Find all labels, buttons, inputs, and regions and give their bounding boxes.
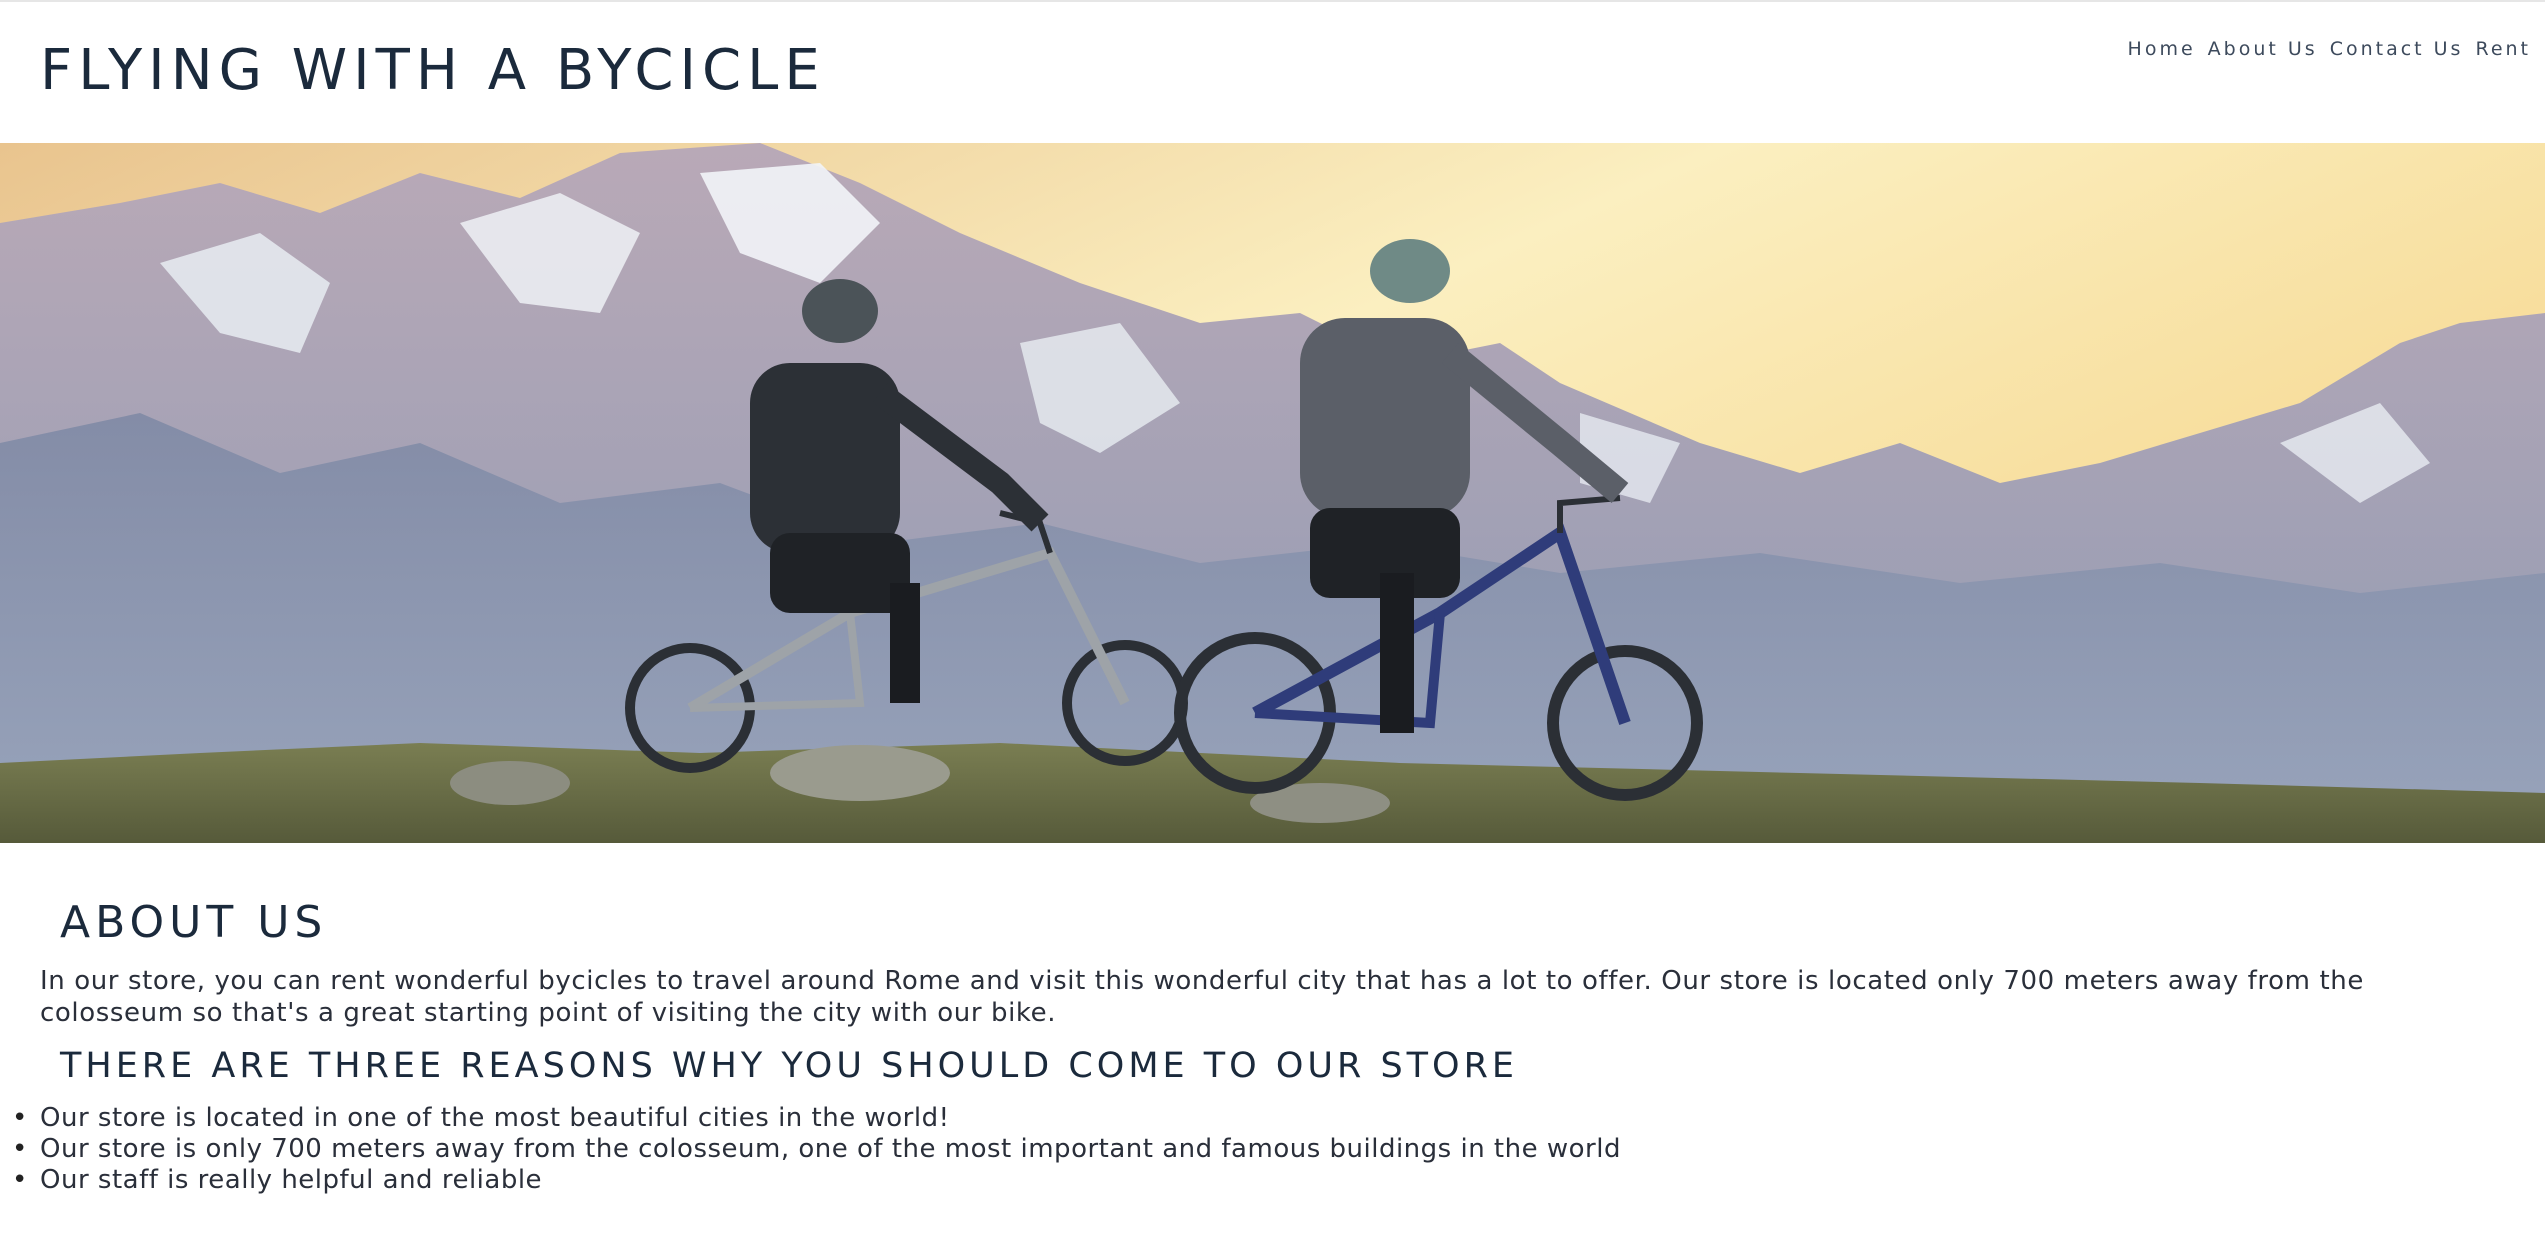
list-item: Our staff is really helpful and reliable (12, 1165, 1621, 1196)
list-item: Our store is only 700 meters away from t… (12, 1134, 1621, 1165)
site-title: FLYING WITH A BYCICLE (40, 38, 826, 103)
reasons-heading: THERE ARE THREE REASONS WHY YOU SHOULD C… (60, 1046, 1519, 1086)
main-nav: Home About Us Contact Us Rent (2128, 38, 2531, 60)
hero-image (0, 143, 2545, 843)
about-us-heading: ABOUT US (60, 897, 328, 948)
main-content: ABOUT US In our store, you can rent wond… (0, 843, 2545, 1233)
hero-illustration (0, 143, 2545, 843)
about-us-text: In our store, you can rent wonderful byc… (40, 966, 2364, 1028)
nav-rent-link[interactable]: Rent (2475, 38, 2531, 60)
site-header: FLYING WITH A BYCICLE Home About Us Cont… (0, 2, 2545, 143)
reasons-list: Our store is located in one of the most … (12, 1103, 1621, 1196)
nav-about-link[interactable]: About Us (2208, 38, 2318, 60)
nav-contact-link[interactable]: Contact Us (2330, 38, 2464, 60)
nav-home-link[interactable]: Home (2128, 38, 2196, 60)
list-item: Our store is located in one of the most … (12, 1103, 1621, 1134)
